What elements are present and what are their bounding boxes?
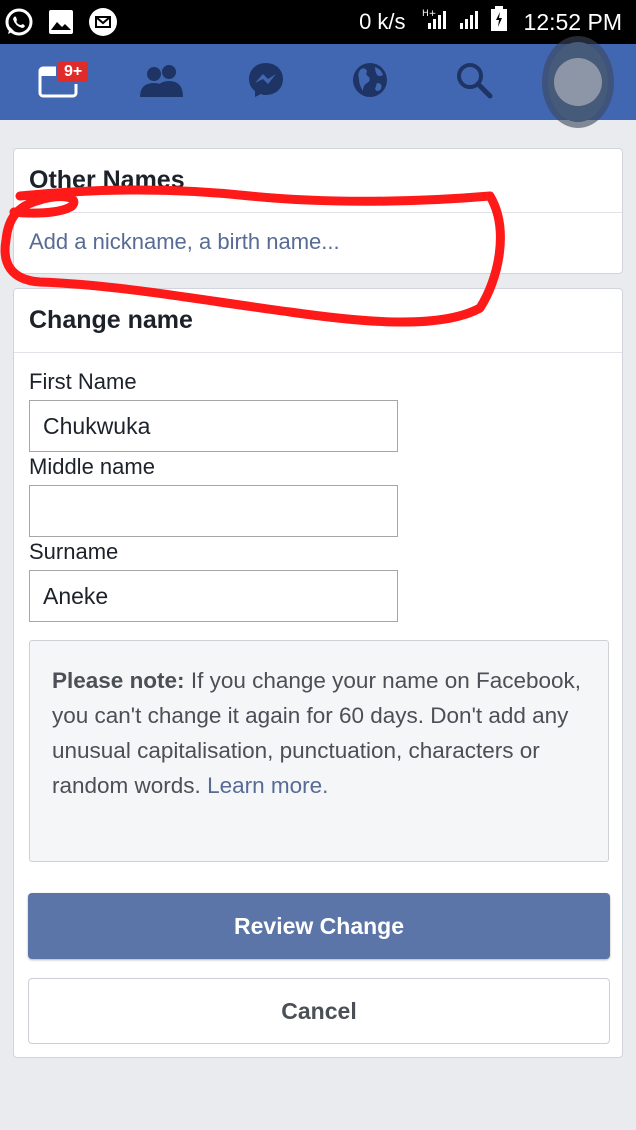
nav-menu[interactable] [548, 42, 608, 122]
learn-more-link[interactable]: Learn more. [207, 773, 328, 798]
network-speed: 0 k/s [359, 9, 406, 34]
gallery-icon [46, 7, 76, 37]
name-change-notice: Please note: If you change your name on … [29, 640, 609, 862]
add-nickname-link[interactable]: Add a nickname, a birth name... [14, 213, 622, 271]
globe-icon [351, 61, 389, 104]
whatsapp-icon [4, 7, 34, 37]
change-name-title: Change name [14, 289, 622, 353]
friends-icon [139, 63, 185, 102]
signal-icon: H+ [422, 7, 450, 37]
surname-label: Surname [29, 539, 119, 564]
notification-badge: 9+ [56, 60, 91, 84]
nav-friends[interactable] [132, 52, 192, 112]
review-change-button[interactable]: Review Change [28, 893, 610, 959]
nav-globe[interactable] [340, 52, 400, 112]
svg-text:H+: H+ [422, 9, 436, 19]
menu-icon [548, 42, 608, 122]
notice-bold: Please note: [52, 668, 185, 693]
nav-search[interactable] [444, 52, 504, 112]
messenger-icon [247, 61, 285, 104]
nav-notifications[interactable]: 9+ [28, 52, 91, 112]
top-nav-bar: 9+ [0, 42, 636, 122]
signal-2-icon [458, 7, 482, 37]
middle-name-label: Middle name [29, 454, 155, 479]
search-icon [455, 61, 493, 104]
first-name-label: First Name [29, 369, 137, 394]
status-bar: 0 k/s H+ 12:52 PM [0, 0, 636, 44]
nav-messenger[interactable] [236, 52, 296, 112]
change-name-card: Change name First Name Middle name Surna… [13, 288, 623, 1058]
clock: 12:52 PM [523, 8, 622, 35]
surname-input[interactable] [29, 570, 398, 622]
middle-name-input[interactable] [29, 485, 398, 537]
cancel-button[interactable]: Cancel [28, 978, 610, 1044]
battery-icon [490, 6, 508, 38]
other-names-title: Other Names [14, 149, 622, 213]
first-name-input[interactable] [29, 400, 398, 452]
other-names-card: Other Names Add a nickname, a birth name… [13, 148, 623, 274]
message-icon [88, 7, 118, 37]
